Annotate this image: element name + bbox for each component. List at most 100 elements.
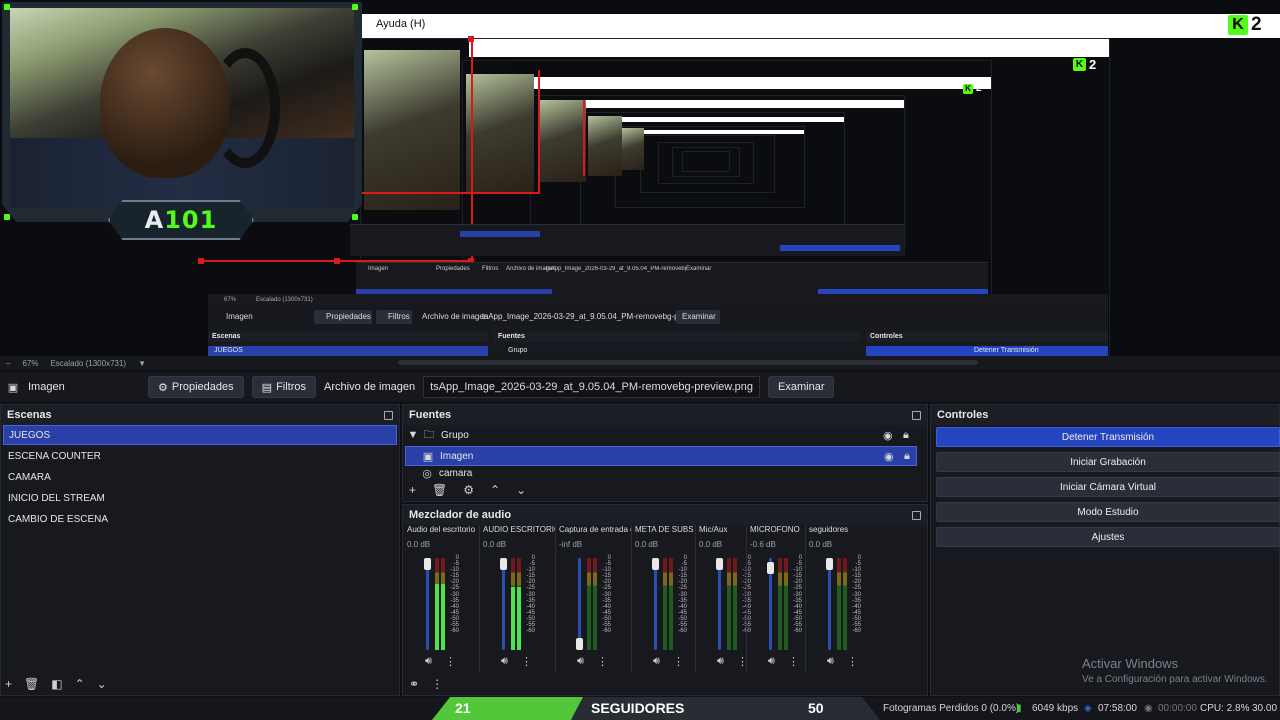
scale-mode[interactable]: Escalado (1300x731) — [50, 359, 126, 368]
more-icon[interactable]: ⋮ — [521, 655, 532, 668]
arrow-up-icon[interactable]: ⌃ — [75, 677, 85, 691]
source-toolbar: ▣ Imagen ⚙ Propiedades ▤ Filtros Archivo… — [0, 372, 1280, 402]
scene-item-cambio-de-escena[interactable]: CAMBIO DE ESCENA — [3, 509, 397, 529]
scene-item-inicio-del-stream[interactable]: INICIO DEL STREAM — [3, 488, 397, 508]
trash-icon[interactable]: 🗑 — [432, 483, 447, 497]
trash-icon[interactable]: 🗑 — [24, 677, 39, 691]
speaker-icon[interactable]: 🔊︎ — [501, 655, 508, 668]
activation-watermark-title: Activar Windows — [1082, 656, 1179, 671]
scene-item-camara[interactable]: CAMARA — [3, 467, 397, 487]
volume-slider-thumb[interactable] — [767, 562, 774, 574]
scene-item-escena-counter[interactable]: ESCENA COUNTER — [3, 446, 397, 466]
filter-icon[interactable]: ◧ — [51, 677, 62, 691]
properties-button[interactable]: ⚙ Propiedades — [148, 376, 244, 398]
chevron-down-icon[interactable]: ▼ — [405, 429, 421, 441]
preview-status: – 67% Escalado (1300x731) ▼ — [0, 356, 1280, 370]
channel-db: 0.0 dB — [483, 540, 507, 549]
speaker-icon[interactable]: 🔊︎ — [425, 655, 432, 668]
more-icon[interactable]: ⋮ — [847, 655, 858, 668]
volume-slider[interactable] — [654, 558, 657, 650]
filter-icon: ▤ — [261, 381, 273, 394]
selection-handle[interactable] — [468, 36, 474, 42]
speaker-icon[interactable]: 🔊︎ — [827, 655, 834, 668]
mixer-channel: AUDIO ESCRITORIO 0.0 dB 0 -5 -10 -15 -20 -25 -30… — [483, 525, 555, 671]
channel-db: 0.0 dB — [699, 540, 723, 549]
volume-slider-thumb[interactable] — [652, 558, 659, 570]
source-item-group[interactable]: ▼ 🗀 Grupo ◉ 🔒︎ — [405, 425, 917, 445]
channel-db: 0.0 dB — [635, 540, 659, 549]
channel-separator — [695, 525, 696, 673]
link-icon[interactable]: ⚭ — [409, 677, 419, 691]
live-time: 07:58:00 — [1098, 703, 1137, 714]
lock-icon[interactable]: 🔒︎ — [903, 429, 909, 442]
lock-icon[interactable]: 🔒︎ — [904, 450, 910, 463]
stop-streaming-button[interactable]: Detener Transmisión — [936, 427, 1280, 447]
browse-button[interactable]: Examinar — [768, 376, 835, 398]
add-icon[interactable]: + — [409, 483, 416, 497]
channel-db: -0.6 dB — [750, 540, 776, 549]
follower-current: 21 — [455, 700, 471, 716]
gear-icon[interactable]: ⚙ — [463, 483, 474, 497]
volume-slider-thumb[interactable] — [576, 638, 583, 650]
scenes-dock: Escenas JUEGOS ESCENA COUNTER CAMARA INI… — [0, 404, 400, 696]
nested-cam-3 — [538, 100, 586, 182]
volume-slider[interactable] — [718, 558, 721, 650]
zoom-level[interactable]: 67% — [22, 359, 38, 368]
volume-slider-thumb[interactable] — [826, 558, 833, 570]
volume-slider[interactable] — [828, 558, 831, 650]
menu-help[interactable]: Ayuda (H) — [376, 18, 425, 30]
signal-icon: ▮ — [1016, 703, 1022, 714]
undock-icon[interactable] — [384, 410, 393, 420]
studio-mode-button[interactable]: Modo Estudio — [936, 502, 1280, 522]
speaker-icon[interactable]: 🔊︎ — [768, 655, 775, 668]
filters-button[interactable]: ▤ Filtros — [251, 376, 317, 398]
volume-slider-thumb[interactable] — [500, 558, 507, 570]
arrow-down-icon[interactable]: ⌄ — [97, 677, 107, 691]
cpu-usage: CPU: 2.8% — [1200, 703, 1250, 714]
nested-ui-1: Imagen Propiedades Filtros Archivo de im… — [356, 262, 988, 296]
more-icon[interactable]: ⋮ — [673, 655, 684, 668]
start-virtual-camera-button[interactable]: Iniciar Cámara Virtual — [936, 477, 1280, 497]
eye-icon[interactable]: ◉ — [884, 450, 894, 463]
volume-slider-thumb[interactable] — [716, 558, 723, 570]
undock-icon[interactable] — [912, 410, 921, 420]
kick-logo-nested: K2 — [1073, 57, 1096, 72]
chevron-down-icon[interactable]: ▼ — [138, 359, 146, 368]
channel-name: AUDIO ESCRITORIO — [483, 525, 555, 534]
volume-slider[interactable] — [426, 558, 429, 650]
undock-icon[interactable] — [912, 510, 921, 520]
horizontal-scrollbar[interactable] — [398, 360, 978, 365]
speaker-icon[interactable]: 🔊︎ — [577, 655, 584, 668]
level-meter-left — [837, 558, 841, 650]
selection-handle[interactable] — [198, 258, 204, 264]
source-item-camara[interactable]: ◎ camara — [405, 467, 917, 480]
selection-line — [538, 70, 540, 194]
speaker-icon[interactable]: 🔊︎ — [653, 655, 660, 668]
eye-icon[interactable]: ◉ — [883, 429, 893, 442]
more-icon[interactable]: ⋮ — [597, 655, 608, 668]
volume-slider-thumb[interactable] — [424, 558, 431, 570]
source-item-imagen[interactable]: ▣ Imagen ◉ 🔒︎ — [405, 446, 917, 466]
arrow-down-icon[interactable]: ⌄ — [516, 483, 526, 497]
webcam-overlay: A 101 — [0, 0, 362, 240]
preview-canvas[interactable]: Ayuda (H) K2 Ayuda (H) K2 K2 Imagen Prop… — [0, 0, 1280, 356]
arrow-up-icon[interactable]: ⌃ — [490, 483, 500, 497]
scene-item-juegos[interactable]: JUEGOS — [3, 425, 397, 445]
more-icon[interactable]: ⋮ — [431, 677, 443, 691]
more-icon[interactable]: ⋮ — [788, 655, 799, 668]
selection-line — [583, 100, 585, 176]
start-recording-button[interactable]: Iniciar Grabación — [936, 452, 1280, 472]
add-icon[interactable]: + — [5, 677, 12, 691]
speaker-icon[interactable]: 🔊︎ — [717, 655, 724, 668]
channel-name: Captura de entrada de audio — [559, 525, 631, 534]
volume-slider[interactable] — [578, 558, 581, 650]
db-tick: -60 — [737, 628, 751, 634]
db-scale: 0-5-10-15-20-25-30-35-40-45-50-55-60 — [737, 555, 751, 634]
settings-button[interactable]: Ajustes — [936, 527, 1280, 547]
selection-handle[interactable] — [334, 258, 340, 264]
channel-name: seguidores — [809, 525, 849, 534]
mixer-title: Mezclador de audio — [409, 509, 512, 521]
image-file-input[interactable]: tsApp_Image_2026-03-29_at_9.05.04_PM-rem… — [423, 376, 761, 398]
more-icon[interactable]: ⋮ — [445, 655, 456, 668]
volume-slider[interactable] — [502, 558, 505, 650]
